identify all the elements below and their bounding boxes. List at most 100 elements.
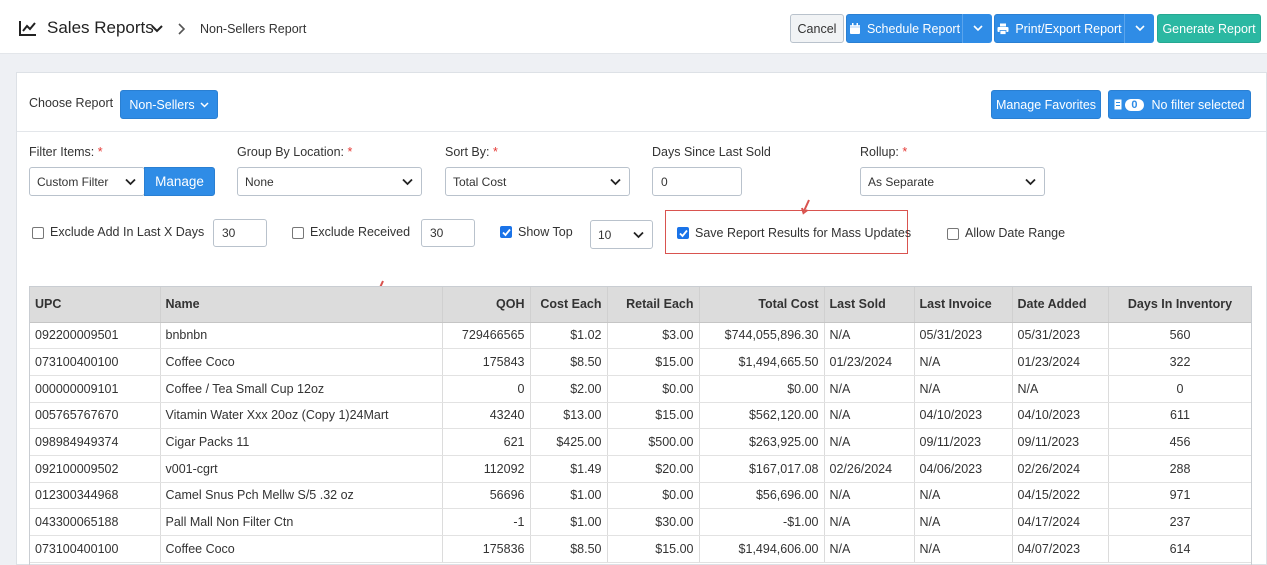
print-export-dropdown[interactable]	[1124, 14, 1154, 43]
table-cell: $15.00	[607, 348, 700, 376]
table-cell: 614	[1108, 535, 1251, 563]
table-cell: $15.00	[607, 535, 700, 563]
sort-by-value: Total Cost	[453, 174, 507, 189]
chevron-right-icon	[178, 23, 186, 35]
column-header[interactable]: Days In Inventory	[1108, 287, 1251, 323]
table-cell: $1.00	[530, 482, 608, 510]
table-cell: 560	[1108, 322, 1251, 350]
table-cell: v001-cgrt	[160, 455, 443, 483]
filter-items-select[interactable]: Custom Filter	[29, 167, 145, 196]
manage-favorites-button[interactable]: Manage Favorites	[991, 90, 1101, 119]
chevron-down-icon	[972, 25, 983, 32]
top-bar: Sales Reports Non-Sellers Report Cancel …	[0, 0, 1267, 54]
table-cell: 0	[1108, 375, 1251, 403]
exclude-received-checkbox[interactable]	[292, 227, 304, 239]
table-cell: $1.02	[530, 322, 608, 350]
checkmark-icon	[502, 228, 511, 237]
table-cell: N/A	[1012, 375, 1109, 403]
table-cell: $744,055,896.30	[699, 322, 825, 350]
exclude-received-days-input[interactable]: 30	[421, 219, 475, 247]
column-header[interactable]: Last Invoice	[914, 287, 1013, 323]
table-cell: N/A	[824, 482, 915, 510]
column-header[interactable]: QOH	[442, 287, 531, 323]
sort-by-select[interactable]: Total Cost	[445, 167, 630, 196]
table-row[interactable]: 073100400100 Coffee Coco 175836 $8.50 $15.00…	[30, 535, 1251, 563]
table-cell: Vitamin Water Xxx 20oz (Copy 1)24Mart	[160, 402, 443, 430]
generate-report-button[interactable]: Generate Report	[1157, 14, 1261, 43]
table-row[interactable]: 000000009101 Coffee / Tea Small Cup 12oz 0…	[30, 375, 1251, 403]
table-cell: 456	[1108, 428, 1251, 456]
page-title: Sales Reports	[47, 18, 154, 37]
schedule-report-dropdown[interactable]	[962, 14, 992, 43]
table-cell: 01/23/2024	[1012, 348, 1109, 376]
table-row[interactable]: 092100009502 v001-cgrt 112092 $1.49 $20.00 $1…	[30, 455, 1251, 483]
table-cell: 175836	[442, 535, 531, 563]
report-table: UPC Name QOH Cost Each Retail Each Total…	[29, 286, 1252, 565]
table-cell: N/A	[824, 535, 915, 563]
column-header[interactable]: Cost Each	[530, 287, 608, 323]
group-by-location-value: None	[245, 174, 274, 189]
table-cell: 01/23/2024	[824, 348, 915, 376]
table-cell: 611	[1108, 402, 1251, 430]
save-results-checkbox[interactable]	[677, 227, 689, 239]
days-since-last-sold-input[interactable]: 0	[652, 167, 742, 196]
table-cell: 012300344968	[30, 482, 161, 510]
table-cell: 04/15/2022	[1012, 482, 1109, 510]
table-cell: 04/06/2023	[914, 455, 1013, 483]
chevron-down-icon[interactable]	[151, 24, 163, 34]
show-top-select[interactable]: 10	[590, 220, 653, 249]
table-cell: N/A	[914, 508, 1013, 536]
table-cell: -$1.00	[699, 508, 825, 536]
table-row[interactable]: 092200009501 bnbnbn 729466565 $1.02 $3.00 $74…	[30, 322, 1251, 350]
table-cell: $20.00	[607, 455, 700, 483]
filter-items-value: Custom Filter	[37, 174, 109, 189]
table-row[interactable]: 073100400100 Coffee Coco 175843 $8.50 $15.00…	[30, 348, 1251, 376]
filter-status-button[interactable]: 0 No filter selected	[1108, 90, 1251, 119]
column-header[interactable]: Retail Each	[607, 287, 700, 323]
table-row[interactable]: 043300065188 Pall Mall Non Filter Ctn -1 $1…	[30, 508, 1251, 536]
show-top-checkbox[interactable]	[500, 226, 512, 238]
table-cell: 621	[442, 428, 531, 456]
table-cell: $8.50	[530, 535, 608, 563]
table-cell: $30.00	[607, 508, 700, 536]
table-cell: 0	[442, 375, 531, 403]
column-header[interactable]: Name	[160, 287, 443, 323]
group-by-location-select[interactable]: None	[237, 167, 422, 196]
column-header[interactable]: Total Cost	[699, 287, 825, 323]
table-row[interactable]: 098984949374 Cigar Packs 11 621 $425.00 $500…	[30, 428, 1251, 456]
table-cell: 02/26/2024	[1012, 455, 1109, 483]
manage-filter-button[interactable]: Manage	[144, 167, 215, 196]
column-header[interactable]: Last Sold	[824, 287, 915, 323]
table-cell: $562,120.00	[699, 402, 825, 430]
table-cell: 04/17/2024	[1012, 508, 1109, 536]
table-cell: 971	[1108, 482, 1251, 510]
exclude-add-label: Exclude Add In Last X Days	[50, 225, 205, 239]
table-cell: $13.00	[530, 402, 608, 430]
column-header[interactable]: UPC	[30, 287, 161, 323]
allow-date-range-label: Allow Date Range	[965, 226, 1066, 240]
table-cell: 02/26/2024	[824, 455, 915, 483]
table-cell: 073100400100	[30, 348, 161, 376]
table-cell: 04/10/2023	[1012, 402, 1109, 430]
exclude-add-checkbox[interactable]	[32, 227, 44, 239]
table-cell: N/A	[914, 375, 1013, 403]
choose-report-dropdown[interactable]: Non-Sellers	[120, 90, 218, 119]
table-cell: 175843	[442, 348, 531, 376]
print-export-button[interactable]: Print/Export Report	[994, 14, 1125, 43]
table-cell: 729466565	[442, 322, 531, 350]
schedule-report-button[interactable]: Schedule Report	[846, 14, 963, 43]
days-since-last-sold-value: 0	[661, 174, 668, 189]
table-row[interactable]: 005765767670 Vitamin Water Xxx 20oz (Copy…	[30, 402, 1251, 430]
checkmark-icon	[679, 229, 688, 238]
breadcrumb: Non-Sellers Report	[200, 22, 307, 36]
column-header[interactable]: Date Added	[1012, 287, 1109, 323]
group-by-location-label: Group By Location: *	[237, 145, 353, 159]
cancel-button[interactable]: Cancel	[790, 14, 844, 43]
chevron-down-icon	[610, 178, 621, 186]
table-cell: 322	[1108, 348, 1251, 376]
rollup-select[interactable]: As Separate	[860, 167, 1045, 196]
table-row[interactable]: 012300344968 Camel Snus Pch Mellw S/5 .32…	[30, 482, 1251, 510]
filter-status-label: No filter selected	[1151, 97, 1245, 112]
allow-date-range-checkbox[interactable]	[947, 228, 959, 240]
exclude-add-days-input[interactable]: 30	[213, 219, 267, 247]
